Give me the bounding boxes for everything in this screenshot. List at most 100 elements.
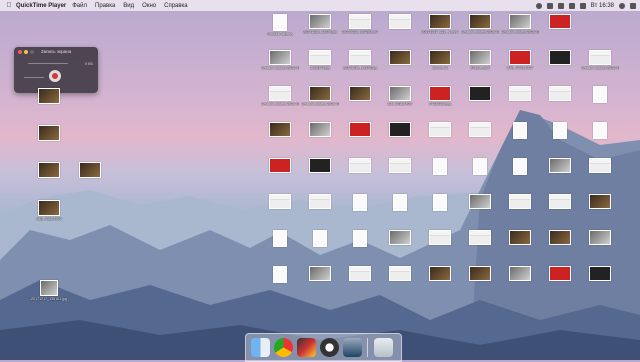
record-status-icon[interactable] [535, 2, 542, 9]
desktop-file[interactable] [461, 194, 499, 209]
wifi-icon[interactable] [557, 2, 564, 9]
desktop-file[interactable] [421, 194, 459, 211]
battery-icon[interactable] [568, 2, 575, 9]
desktop-file[interactable] [421, 122, 459, 137]
desktop-file[interactable]: 64228336.jpg [421, 86, 459, 106]
desktop-file[interactable] [461, 122, 499, 137]
desktop-file[interactable] [301, 230, 339, 247]
menu-help[interactable]: Справка [164, 3, 188, 9]
desktop-file[interactable]: Снимок экрана 2016-01...14.56.44 [261, 50, 299, 70]
desktop-file[interactable] [501, 230, 539, 245]
desktop-file[interactable] [461, 158, 499, 175]
desktop-file[interactable]: 20171216_13570.jpg [341, 50, 379, 70]
desktop-file[interactable]: 1066144.jpg [301, 50, 339, 70]
finder-icon[interactable] [251, 338, 270, 357]
desktop-file[interactable]: Снимок экрана 2016-01...11.25.21 [581, 50, 619, 70]
desktop-file[interactable]: 20171217_135101.jpg [30, 280, 68, 301]
desktop-file[interactable] [381, 194, 419, 211]
obs-icon[interactable] [320, 338, 339, 357]
desktop-file[interactable]: Снимок экрана [261, 14, 299, 36]
desktop-file[interactable]: iPhone.mp4 [461, 50, 499, 70]
clock[interactable]: Вт 16:38 [591, 3, 614, 9]
desktop-file[interactable]: Снимок экрана 2016-01...16.20.55 [301, 86, 339, 106]
desktop-file[interactable]: Снимок экрана 2016-01...5.40.24 [461, 14, 499, 34]
desktop-file[interactable] [461, 86, 499, 101]
desktop-file[interactable] [461, 230, 499, 245]
desktop-file[interactable] [30, 125, 68, 142]
desktop-file[interactable] [261, 158, 299, 173]
flag-icon[interactable] [579, 2, 586, 9]
desktop-file[interactable] [541, 194, 579, 209]
desktop-file[interactable] [501, 266, 539, 281]
desktop-file[interactable] [581, 86, 619, 103]
desktop-file[interactable] [341, 86, 379, 101]
desktop-file[interactable] [341, 158, 379, 173]
desktop-file[interactable] [501, 122, 539, 139]
desktop-file[interactable] [381, 266, 419, 281]
desktop-file[interactable]: Iphone 11 [421, 50, 459, 70]
desktop-file[interactable] [261, 230, 299, 247]
desktop-file[interactable] [261, 122, 299, 137]
desktop-file[interactable] [421, 266, 459, 281]
desktop-file[interactable] [301, 122, 339, 137]
menu-edit[interactable]: Правка [95, 3, 115, 9]
volume-slider[interactable] [24, 77, 44, 78]
desktop-file[interactable] [341, 266, 379, 281]
desktop-file[interactable]: 20171216_16420.mp4 [341, 14, 379, 34]
desktop-file[interactable] [541, 230, 579, 245]
quicktime-icon[interactable] [343, 338, 362, 357]
desktop-file[interactable] [301, 158, 339, 173]
desktop-file[interactable] [501, 194, 539, 209]
desktop-file[interactable] [541, 14, 579, 29]
desktop-file[interactable] [381, 122, 419, 137]
trash-icon[interactable] [374, 338, 393, 357]
desktop-file[interactable] [581, 194, 619, 209]
desktop-file[interactable] [381, 158, 419, 173]
desktop-file[interactable] [261, 194, 299, 209]
desktop-file[interactable] [461, 266, 499, 281]
desktop-file[interactable]: 20171217_121...1.mp4 [421, 14, 459, 34]
chrome-icon[interactable] [274, 338, 293, 357]
desktop-file[interactable] [71, 162, 109, 179]
menu-file[interactable]: Файл [72, 3, 87, 9]
desktop-file[interactable] [341, 194, 379, 211]
desktop-file[interactable] [381, 230, 419, 245]
desktop-file[interactable] [541, 86, 579, 101]
apple-logo-icon[interactable]:  [4, 2, 14, 9]
desktop-file[interactable] [30, 162, 68, 179]
desktop-file[interactable] [581, 158, 619, 173]
desktop-file[interactable]: IMG_4443.MOV [501, 50, 539, 70]
desktop-file[interactable] [541, 122, 579, 139]
desktop-file[interactable] [581, 266, 619, 281]
desktop-file[interactable] [301, 266, 339, 281]
desktop-file[interactable] [341, 122, 379, 137]
desktop-file[interactable] [381, 50, 419, 65]
search-icon[interactable] [619, 2, 625, 9]
menu-view[interactable]: Вид [123, 3, 134, 9]
desktop-file[interactable] [261, 266, 299, 283]
desktop-file[interactable] [341, 230, 379, 247]
app-menu[interactable]: QuickTime Player [16, 3, 66, 9]
desktop-file[interactable]: Снимок экрана 2016-01...10.56.54 [501, 14, 539, 34]
desktop-file[interactable] [301, 194, 339, 209]
desktop-file[interactable]: IMG_4311.MOV [30, 200, 68, 221]
final-cut-icon[interactable] [297, 338, 316, 357]
desktop-file[interactable] [421, 158, 459, 175]
desktop-file[interactable] [421, 230, 459, 245]
desktop-file[interactable]: Снимок экрана 2016-01...19.58.32 [261, 86, 299, 106]
desktop-file[interactable] [581, 230, 619, 245]
notification-icon[interactable] [630, 2, 636, 9]
desktop-file[interactable] [501, 158, 539, 175]
dropbox-icon[interactable] [546, 2, 553, 9]
desktop-file[interactable]: DJI_0016.MOV [381, 86, 419, 106]
desktop-file[interactable] [541, 50, 579, 65]
desktop-file[interactable] [581, 122, 619, 139]
desktop-file[interactable] [501, 86, 539, 101]
desktop-file[interactable] [30, 88, 68, 105]
record-button[interactable] [49, 70, 61, 82]
desktop-file[interactable]: 20171216_13570.jpg [301, 14, 339, 34]
desktop-file[interactable] [541, 158, 579, 173]
menu-window[interactable]: Окно [142, 3, 156, 9]
desktop-file[interactable] [381, 14, 419, 29]
desktop-file[interactable] [541, 266, 579, 281]
